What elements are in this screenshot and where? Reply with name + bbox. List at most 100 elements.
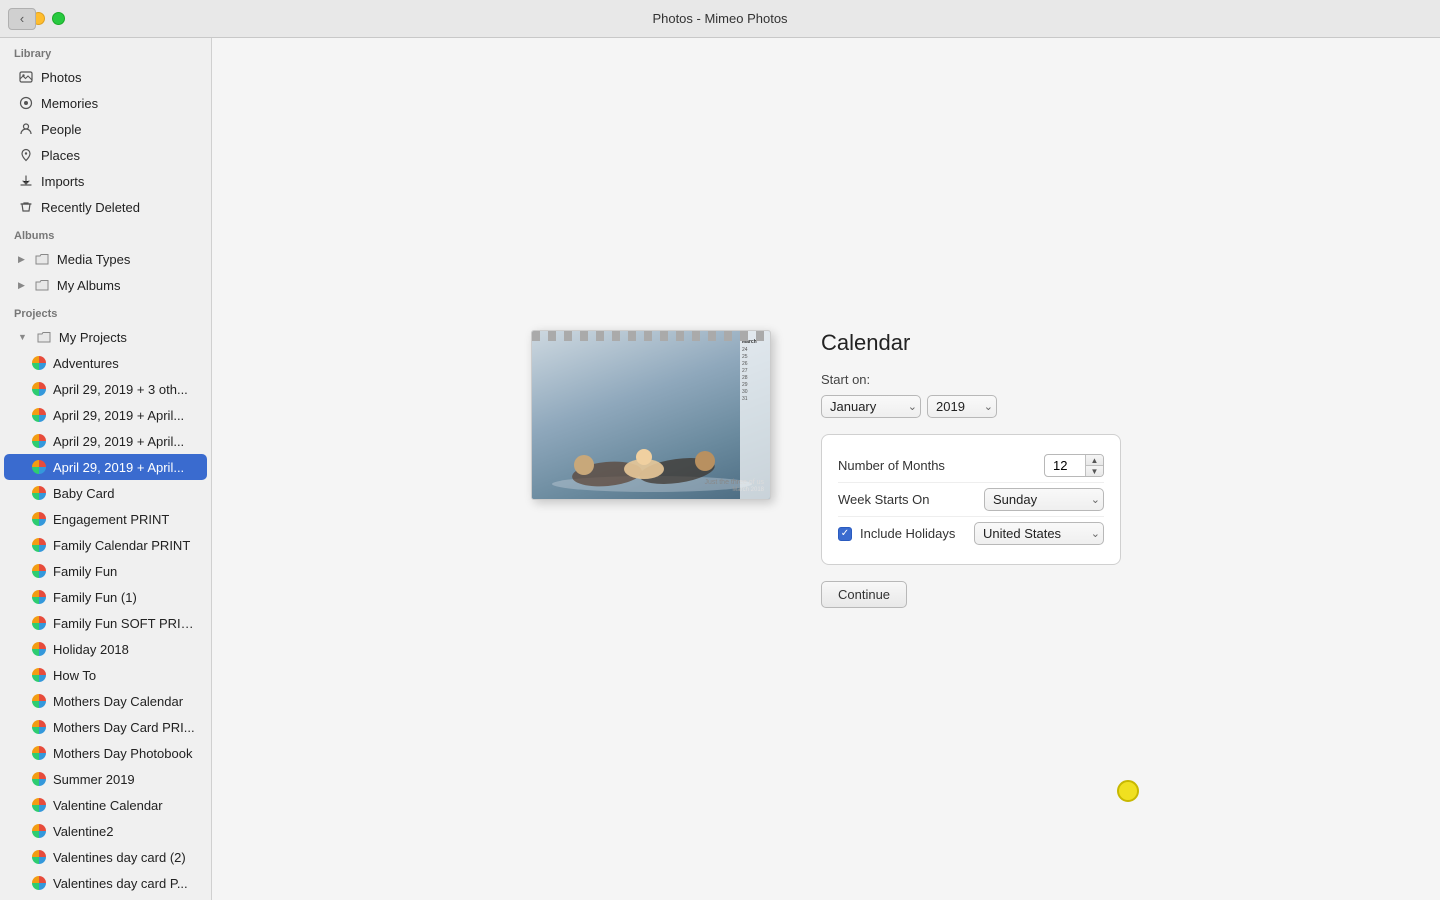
mimeo-dot-icon — [32, 538, 46, 552]
sidebar-item-april-1[interactable]: April 29, 2019 + 3 oth... — [4, 376, 207, 402]
sidebar-item-summer-2019[interactable]: Summer 2019 — [4, 766, 207, 792]
mimeo-dot-icon — [32, 850, 46, 864]
mimeo-dot-icon — [32, 824, 46, 838]
sidebar-item-valentine-calendar[interactable]: Valentine Calendar — [4, 792, 207, 818]
sidebar-item-imports[interactable]: Imports — [4, 168, 207, 194]
cursor — [1117, 780, 1139, 802]
months-increase-button[interactable]: ▲ — [1086, 455, 1103, 466]
calendar-title: Calendar — [821, 330, 1121, 356]
folder-icon — [34, 251, 50, 267]
mimeo-dot-icon — [32, 798, 46, 812]
mimeo-dot-icon — [32, 564, 46, 578]
sidebar-item-valentines-day-card-p[interactable]: Valentines day card P... — [4, 870, 207, 896]
folder-icon — [36, 329, 52, 345]
mimeo-dot-icon — [32, 486, 46, 500]
include-holidays-group: Include Holidays — [838, 526, 955, 541]
engagement-print-label: Engagement PRINT — [53, 512, 197, 527]
valentine2-label: Valentine2 — [53, 824, 197, 839]
date-selectors: January February March April May June Ju… — [821, 395, 1121, 418]
year-select-wrapper[interactable]: 2017 2018 2019 2020 2021 — [927, 395, 997, 418]
mimeo-dot-icon — [32, 876, 46, 890]
sidebar-item-april-2[interactable]: April 29, 2019 + April... — [4, 402, 207, 428]
library-section-label: Library — [0, 38, 211, 64]
mimeo-dot-icon — [32, 720, 46, 734]
sidebar-item-places[interactable]: Places — [4, 142, 207, 168]
sidebar-item-april-4[interactable]: April 29, 2019 + April... — [4, 454, 207, 480]
year-select[interactable]: 2017 2018 2019 2020 2021 — [927, 395, 997, 418]
holiday-2018-label: Holiday 2018 — [53, 642, 197, 657]
sidebar: Library Photos Memories People Places — [0, 38, 212, 900]
include-holidays-row: Include Holidays United States United Ki… — [838, 517, 1104, 550]
start-on-label: Start on: — [821, 372, 1121, 387]
holidays-region-select[interactable]: United States United Kingdom Canada Aust… — [974, 522, 1104, 545]
include-holidays-checkbox[interactable] — [838, 527, 852, 541]
sidebar-item-valentines-day-card-2[interactable]: Valentines day card (2) — [4, 844, 207, 870]
mimeo-dot-icon — [32, 512, 46, 526]
sidebar-item-mothers-day-calendar[interactable]: Mothers Day Calendar — [4, 688, 207, 714]
projects-section-label: Projects — [0, 298, 211, 324]
sidebar-item-recently-deleted[interactable]: Recently Deleted — [4, 194, 207, 220]
sidebar-item-my-projects[interactable]: ▼ My Projects — [4, 324, 207, 350]
expand-icon: ▼ — [18, 332, 27, 342]
places-icon — [18, 147, 34, 163]
family-calendar-print-label: Family Calendar PRINT — [53, 538, 197, 553]
mimeo-dot-icon — [32, 746, 46, 760]
sidebar-item-media-types[interactable]: ▶ Media Types — [4, 246, 207, 272]
valentines-day-card-2-label: Valentines day card (2) — [53, 850, 197, 865]
holidays-region-wrapper[interactable]: United States United Kingdom Canada Aust… — [974, 522, 1104, 545]
week-select[interactable]: Sunday Monday Tuesday Wednesday Thursday… — [984, 488, 1104, 511]
month-select-wrapper[interactable]: January February March April May June Ju… — [821, 395, 921, 418]
week-starts-on-label: Week Starts On — [838, 492, 930, 507]
places-label: Places — [41, 148, 197, 163]
sidebar-item-memories[interactable]: Memories — [4, 90, 207, 116]
baby-card-label: Baby Card — [53, 486, 197, 501]
titlebar: ‹ Photos - Mimeo Photos — [0, 0, 1440, 38]
sidebar-item-how-to[interactable]: How To — [4, 662, 207, 688]
sidebar-item-family-fun[interactable]: Family Fun — [4, 558, 207, 584]
months-decrease-button[interactable]: ▼ — [1086, 466, 1103, 476]
sidebar-item-my-albums[interactable]: ▶ My Albums — [4, 272, 207, 298]
mimeo-dot-icon — [32, 772, 46, 786]
maximize-button[interactable] — [52, 12, 65, 25]
sidebar-item-mothers-day-card-print[interactable]: Mothers Day Card PRI... — [4, 714, 207, 740]
calendar-settings: Calendar Start on: January February Marc… — [821, 330, 1121, 608]
folder-icon — [34, 277, 50, 293]
family-fun-soft-print-label: Family Fun SOFT PRINT — [53, 616, 197, 631]
people-label: People — [41, 122, 197, 137]
family-fun-label: Family Fun — [53, 564, 197, 579]
sidebar-item-family-fun-1[interactable]: Family Fun (1) — [4, 584, 207, 610]
sidebar-item-mothers-day-photobook[interactable]: Mothers Day Photobook — [4, 740, 207, 766]
week-select-wrapper[interactable]: Sunday Monday Tuesday Wednesday Thursday… — [984, 488, 1104, 511]
sidebar-item-family-fun-soft-print[interactable]: Family Fun SOFT PRINT — [4, 610, 207, 636]
month-select[interactable]: January February March April May June Ju… — [821, 395, 921, 418]
memories-icon — [18, 95, 34, 111]
family-fun-1-label: Family Fun (1) — [53, 590, 197, 605]
sidebar-item-engagement-print[interactable]: Engagement PRINT — [4, 506, 207, 532]
memories-label: Memories — [41, 96, 197, 111]
april-1-label: April 29, 2019 + 3 oth... — [53, 382, 197, 397]
sidebar-item-adventures[interactable]: Adventures — [4, 350, 207, 376]
mothers-day-photobook-label: Mothers Day Photobook — [53, 746, 197, 761]
sidebar-item-family-calendar-print[interactable]: Family Calendar PRINT — [4, 532, 207, 558]
sidebar-item-people[interactable]: People — [4, 116, 207, 142]
sidebar-item-baby-card[interactable]: Baby Card — [4, 480, 207, 506]
sidebar-item-photos[interactable]: Photos — [4, 64, 207, 90]
sidebar-item-april-3[interactable]: April 29, 2019 + April... — [4, 428, 207, 454]
photos-icon — [18, 69, 34, 85]
sidebar-item-holiday-2018[interactable]: Holiday 2018 — [4, 636, 207, 662]
summer-2019-label: Summer 2019 — [53, 772, 197, 787]
imports-label: Imports — [41, 174, 197, 189]
calendar-photo: Just the three of us March 2018 March 24… — [532, 331, 770, 499]
my-albums-label: My Albums — [57, 278, 197, 293]
continue-button[interactable]: Continue — [821, 581, 907, 608]
mimeo-dot-icon — [32, 356, 46, 370]
expand-icon: ▶ — [18, 254, 25, 265]
mimeo-dot-icon — [32, 694, 46, 708]
back-button[interactable]: ‹ — [8, 8, 36, 30]
sidebar-item-valentine2[interactable]: Valentine2 — [4, 818, 207, 844]
april-3-label: April 29, 2019 + April... — [53, 434, 197, 449]
mimeo-dot-icon — [32, 642, 46, 656]
photos-label: Photos — [41, 70, 197, 85]
recently-deleted-label: Recently Deleted — [41, 200, 197, 215]
adventures-label: Adventures — [53, 356, 197, 371]
